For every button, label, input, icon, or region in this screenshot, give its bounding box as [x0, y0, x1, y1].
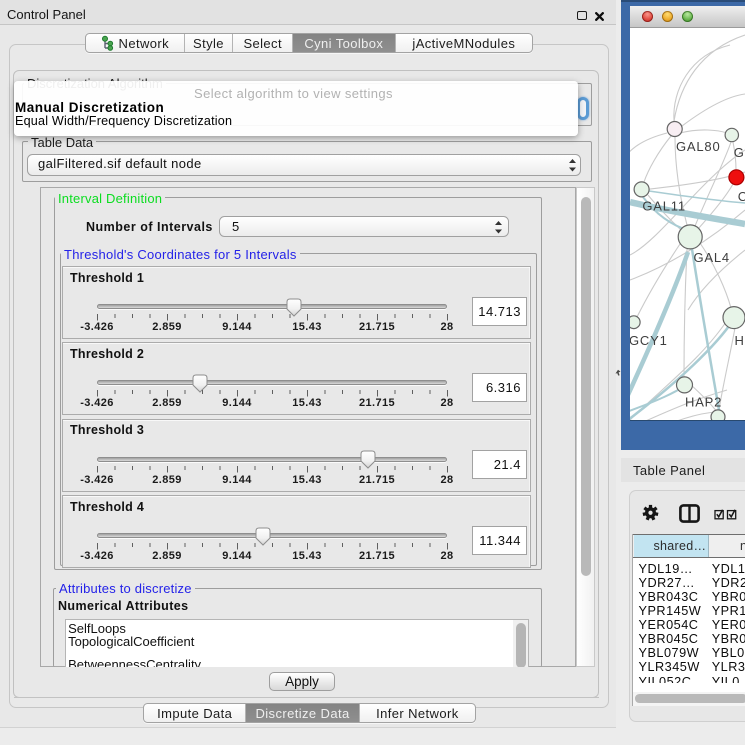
svg-text:G.: G. — [734, 145, 745, 160]
svg-text:GAL11: GAL11 — [642, 199, 686, 214]
svg-text:HAP2: HAP2 — [685, 395, 722, 410]
svg-text:GAL4: GAL4 — [694, 250, 730, 265]
svg-text:GAL80: GAL80 — [676, 139, 720, 154]
svg-text:GCY1: GCY1 — [630, 333, 668, 348]
svg-text:H: H — [735, 333, 745, 348]
svg-text:C: C — [738, 189, 745, 204]
